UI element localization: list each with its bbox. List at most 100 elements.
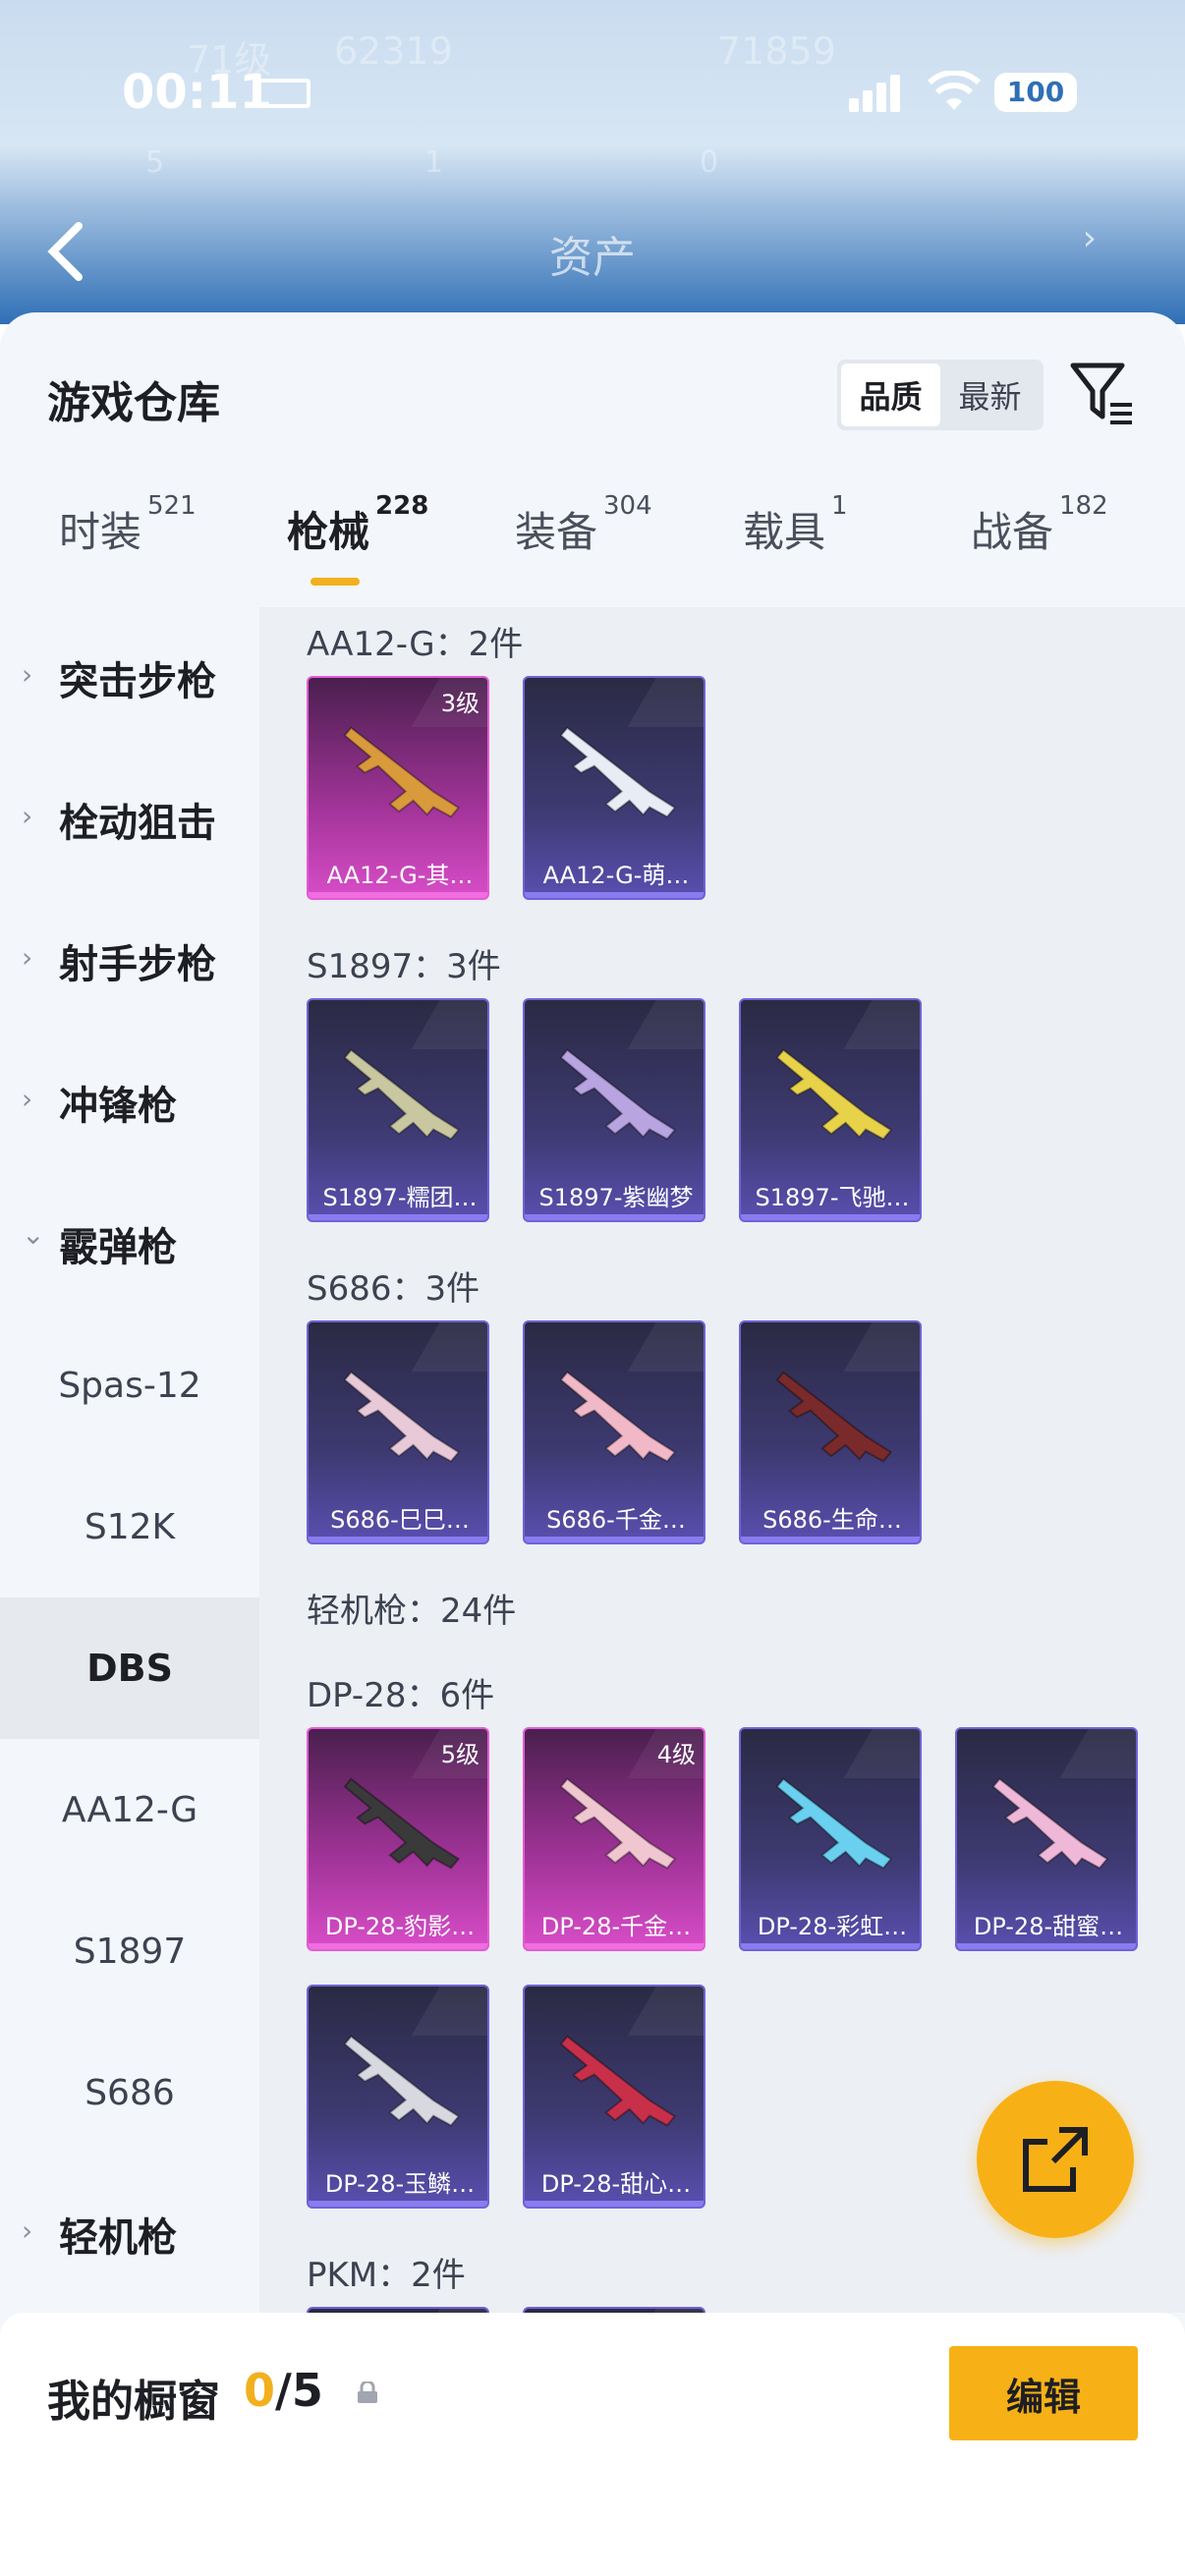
side-item[interactable]: › 突击步枪 — [0, 607, 259, 749]
edit-button[interactable]: 编辑 — [949, 2346, 1138, 2440]
chevron-right-icon: › — [1082, 218, 1097, 258]
item-card[interactable]: S1897-糯团… — [307, 998, 489, 1222]
battery-indicator: 100 — [994, 73, 1077, 112]
group-header: S1897：3件 — [307, 947, 501, 986]
showcase-label: 我的橱窗 — [47, 2377, 220, 2427]
item-card[interactable]: 4级 DP-28-千金… — [523, 1727, 705, 1951]
group-header: S686：3件 — [307, 1269, 480, 1309]
item-card[interactable]: S686-巳巳… — [307, 1320, 489, 1544]
rarity-bar — [741, 1214, 920, 1220]
share-button[interactable] — [977, 2081, 1134, 2238]
sort-latest-button[interactable]: 最新 — [940, 364, 1040, 426]
item-card[interactable]: DP-28-甜蜜… — [955, 1727, 1138, 1951]
item-name: DP-28-甜蜜… — [973, 1913, 1124, 1940]
status-bar: 00:11 100 — [0, 65, 1185, 128]
item-card[interactable]: S686-千金… — [523, 1320, 705, 1544]
nav-title: 资产 — [549, 233, 636, 283]
rarity-bar — [525, 1943, 704, 1949]
chevron-right-icon: › — [22, 941, 33, 974]
item-card[interactable]: S686-生命… — [739, 1320, 922, 1544]
chevron-right-icon: › — [22, 2214, 33, 2247]
signal-icon — [849, 73, 904, 112]
side-item-label: 轻机枪 — [59, 2215, 177, 2261]
side-item-label: 霰弹枪 — [59, 1225, 177, 1270]
side-item[interactable]: › 射手步枪 — [0, 890, 259, 1032]
share-icon — [1023, 2127, 1088, 2192]
chevron-down-icon: ⌄ — [22, 1218, 45, 1251]
item-card[interactable]: AA12-G-萌… — [523, 676, 705, 900]
tab-0[interactable]: 时装521 — [59, 491, 197, 607]
sort-toggle: 品质 最新 — [837, 360, 1044, 430]
tab-label: 枪械 — [287, 508, 370, 556]
item-name: S1897-飞驰… — [755, 1184, 910, 1211]
rarity-bar — [525, 1537, 704, 1542]
sort-quality-button[interactable]: 品质 — [841, 364, 940, 426]
weapon-icon — [775, 1371, 893, 1463]
status-time: 00:11 — [122, 65, 272, 120]
showcase-bar: 我的橱窗 0/5 编辑 — [0, 2313, 1185, 2576]
side-item[interactable]: › 栓动狙击 — [0, 749, 259, 890]
side-item-label: DBS — [86, 1647, 173, 1690]
tab-4[interactable]: 战备182 — [971, 491, 1108, 607]
app-screen: 71级 62319 71859 5 1 0 00:11 100 资产 › 游戏仓… — [0, 0, 1185, 2576]
header-background: 71级 62319 71859 5 1 0 00:11 100 资产 › — [0, 0, 1185, 324]
tab-count: 182 — [1059, 491, 1108, 521]
item-card[interactable]: DP-28-彩虹… — [739, 1727, 922, 1951]
weapon-icon — [559, 1048, 677, 1141]
tab-count: 1 — [831, 491, 848, 521]
side-item[interactable]: S1897 — [0, 1880, 259, 2022]
side-item-label: S1897 — [73, 1931, 187, 1972]
item-name: DP-28-甜心… — [540, 2170, 692, 2198]
rarity-bar — [525, 892, 704, 898]
item-card[interactable]: S1897-飞驰… — [739, 998, 922, 1222]
tab-1[interactable]: 枪械228 — [287, 491, 428, 607]
item-card[interactable]: 3级 AA12-G-其… — [307, 676, 489, 900]
showcase-count: 0/5 — [244, 2364, 323, 2417]
side-item[interactable]: › 冲锋枪 — [0, 1032, 259, 1173]
tab-2[interactable]: 装备304 — [515, 491, 652, 607]
item-card[interactable]: DP-28-玉鳞… — [307, 1985, 489, 2209]
chevron-right-icon: › — [22, 1083, 33, 1115]
rarity-bar — [741, 1537, 920, 1542]
side-item[interactable]: › 轻机枪 — [0, 2163, 259, 2305]
sheet-title: 游戏仓库 — [47, 378, 220, 428]
filter-icon[interactable] — [1067, 358, 1136, 428]
side-item[interactable]: Spas-12 — [0, 1315, 259, 1456]
item-level-badge: 4级 — [656, 1741, 696, 1768]
weapon-icon — [343, 1777, 461, 1870]
weapon-icon — [991, 1777, 1109, 1870]
side-item-label: S12K — [84, 1506, 176, 1547]
tab-3[interactable]: 载具1 — [743, 491, 848, 607]
group-header: DP-28：6件 — [307, 1676, 495, 1715]
weapon-icon — [559, 1777, 677, 1870]
side-item[interactable]: S686 — [0, 2022, 259, 2163]
weapon-icon — [559, 1371, 677, 1463]
rarity-bar — [957, 1943, 1136, 1949]
side-menu: › 突击步枪 › 栓动狙击 › 射手步枪 › 冲锋枪 ⌄ 霰弹枪 Spas-12 S12K DBS AA1… — [0, 607, 259, 2313]
side-item-label: 冲锋枪 — [59, 1084, 177, 1129]
side-item-label: Spas-12 — [58, 1365, 201, 1406]
weapon-icon — [343, 1371, 461, 1463]
rarity-bar — [525, 2201, 704, 2207]
item-name: S686-生命… — [762, 1506, 902, 1534]
tab-label: 战备 — [971, 508, 1054, 556]
showcase-current: 0 — [244, 2364, 276, 2417]
side-item[interactable]: S12K — [0, 1456, 259, 1597]
items-grid: AA12-G：2件 3级 AA12-G-其… AA12-G-萌… S1897：3件 S18… — [259, 607, 1185, 2313]
category-tabs: 时装521 枪械228 装备304 载具1 战备182 — [0, 491, 1185, 607]
group-header: AA12-G：2件 — [307, 625, 524, 664]
item-level-badge: 5级 — [440, 1741, 480, 1768]
item-card[interactable]: DP-28-甜心… — [523, 1985, 705, 2209]
item-name: DP-28-玉鳞… — [324, 2170, 476, 2198]
item-name: DP-28-千金… — [540, 1913, 692, 1940]
rarity-bar — [741, 1943, 920, 1949]
item-card[interactable]: S1897-紫幽梦 — [523, 998, 705, 1222]
side-item-label: 射手步枪 — [59, 942, 216, 987]
side-item[interactable]: DBS — [0, 1597, 259, 1739]
side-item[interactable]: ⌄ 霰弹枪 — [0, 1173, 259, 1315]
tab-label: 时装 — [59, 508, 142, 556]
side-item[interactable]: AA12-G — [0, 1739, 259, 1880]
item-name: S686-巳巳… — [330, 1506, 470, 1534]
item-card[interactable]: 5级 DP-28-豹影… — [307, 1727, 489, 1951]
item-name: DP-28-豹影… — [324, 1913, 476, 1940]
